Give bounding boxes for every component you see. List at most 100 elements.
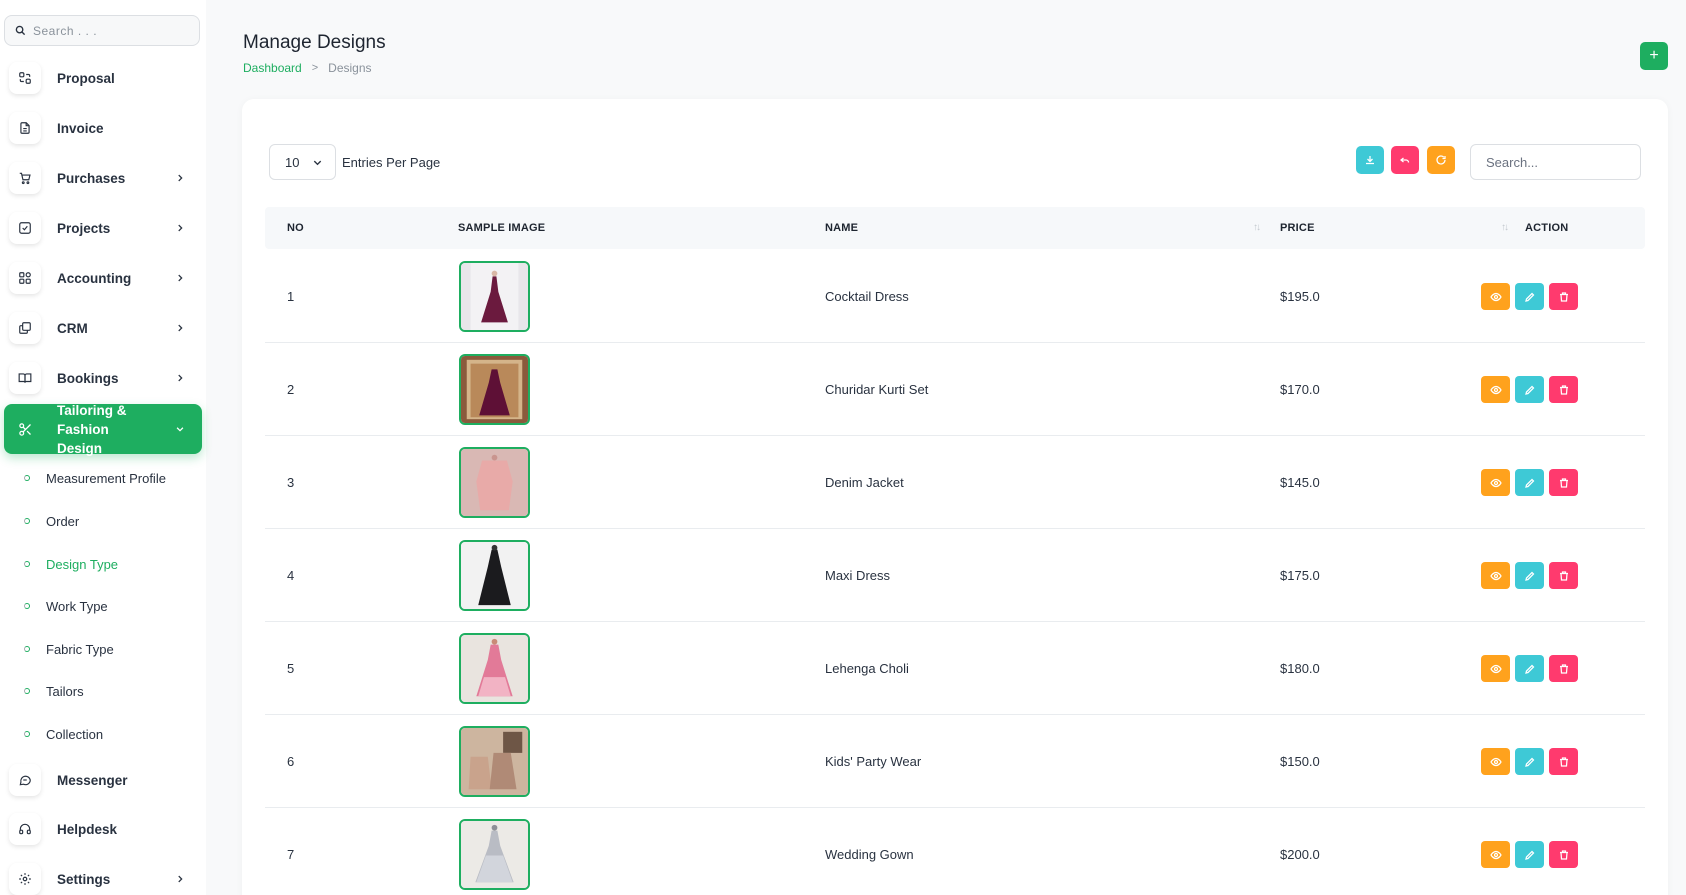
view-button[interactable] (1481, 376, 1510, 403)
lehenga-choli-photo[interactable] (459, 633, 530, 704)
sidebar-item-messenger[interactable]: Messenger (4, 758, 202, 802)
sort-icon[interactable]: ↑↓ (1253, 222, 1261, 233)
entries-label: Entries Per Page (342, 154, 441, 170)
row-number: 1 (287, 288, 295, 304)
sidebar-item-label: Tailoring & Fashion Design (57, 401, 172, 458)
refresh-button[interactable] (1427, 146, 1455, 174)
trash-icon (1559, 291, 1568, 302)
sidebar-item-proposal[interactable]: Proposal (4, 56, 202, 100)
pencil-icon (1524, 757, 1534, 767)
delete-button[interactable] (1549, 469, 1578, 496)
pencil-icon (1524, 850, 1534, 860)
column-header-name[interactable]: NAME (825, 207, 858, 249)
entries-per-page-select[interactable]: 10 (269, 144, 336, 180)
cocktail-dress-photo[interactable] (459, 261, 530, 332)
sub-item-design-type[interactable]: Design Type (24, 549, 118, 579)
chat-icon (9, 764, 41, 796)
design-price: $200.0 (1280, 846, 1320, 862)
delete-button[interactable] (1549, 748, 1578, 775)
invoice-icon (9, 112, 41, 144)
breadcrumb-current: Designs (328, 61, 372, 75)
edit-button[interactable] (1515, 376, 1544, 403)
add-design-button[interactable]: + (1640, 42, 1668, 70)
sidebar-item-label-line1: Tailoring & Fashion (57, 402, 127, 437)
sidebar-item-purchases[interactable]: Purchases (4, 156, 202, 200)
sidebar-item-invoice[interactable]: Invoice (4, 106, 202, 150)
delete-button[interactable] (1549, 562, 1578, 589)
edit-button[interactable] (1515, 562, 1544, 589)
denim-jacket-photo[interactable] (459, 447, 530, 518)
chevron-right-icon (172, 373, 188, 383)
bullet-icon (24, 561, 30, 567)
view-button[interactable] (1481, 562, 1510, 589)
view-button[interactable] (1481, 748, 1510, 775)
sub-item-label: Order (46, 513, 80, 529)
sidebar-item-bookings[interactable]: Bookings (4, 356, 202, 400)
table-row: 7 Wedding Gown $200.0 (265, 808, 1645, 895)
edit-button[interactable] (1515, 841, 1544, 868)
view-button[interactable] (1481, 655, 1510, 682)
trash-icon (1559, 570, 1568, 581)
sidebar-item-projects[interactable]: Projects (4, 206, 202, 250)
row-number: 5 (287, 660, 295, 676)
pencil-icon (1524, 478, 1534, 488)
sub-item-tailors[interactable]: Tailors (24, 676, 84, 706)
cart-icon (9, 162, 41, 194)
table-search-input[interactable] (1470, 144, 1641, 180)
table-row: 4 Maxi Dress $175.0 (265, 529, 1645, 622)
sidebar: Proposal Invoice Purchases Projects Acco… (0, 0, 206, 895)
sidebar-item-label: Projects (57, 220, 111, 236)
sub-item-work-type[interactable]: Work Type (24, 591, 108, 621)
column-header-price[interactable]: PRICE (1280, 207, 1315, 249)
sidebar-search[interactable] (4, 15, 200, 46)
view-button[interactable] (1481, 283, 1510, 310)
refresh-icon (1436, 155, 1446, 165)
sidebar-item-label-line2: Design (57, 440, 103, 456)
view-button[interactable] (1481, 469, 1510, 496)
view-button[interactable] (1481, 841, 1510, 868)
column-header-sample-image: SAMPLE IMAGE (458, 222, 546, 234)
delete-button[interactable] (1549, 376, 1578, 403)
sidebar-item-settings[interactable]: Settings (4, 857, 202, 895)
sub-item-fabric-type[interactable]: Fabric Type (24, 634, 114, 664)
undo-button[interactable] (1391, 146, 1419, 174)
edit-button[interactable] (1515, 469, 1544, 496)
design-price: $175.0 (1280, 567, 1320, 583)
sort-icon[interactable]: ↑↓ (1501, 222, 1509, 233)
design-name: Maxi Dress (825, 567, 891, 583)
sub-item-collection[interactable]: Collection (24, 719, 103, 749)
maxi-dress-photo[interactable] (459, 540, 530, 611)
delete-button[interactable] (1549, 841, 1578, 868)
sidebar-item-accounting[interactable]: Accounting (4, 256, 202, 300)
entries-control: 10 Entries Per Page (269, 144, 440, 180)
delete-button[interactable] (1549, 655, 1578, 682)
search-icon (15, 25, 26, 36)
bullet-icon (24, 646, 30, 652)
sidebar-item-tailoring[interactable]: Tailoring & Fashion Design (4, 403, 202, 456)
sidebar-search-input[interactable] (33, 23, 183, 38)
delete-button[interactable] (1549, 283, 1578, 310)
sidebar-item-label: Messenger (57, 772, 128, 788)
breadcrumb-separator: > (311, 62, 319, 74)
sidebar-item-label: Purchases (57, 170, 126, 186)
edit-button[interactable] (1515, 283, 1544, 310)
sidebar-item-label: Proposal (57, 70, 115, 86)
sub-item-order[interactable]: Order (24, 506, 79, 536)
edit-button[interactable] (1515, 655, 1544, 682)
undo-icon (1399, 157, 1410, 163)
table-row: 2 Churidar Kurti Set $170.0 (265, 343, 1645, 436)
sub-item-measurement-profile[interactable]: Measurement Profile (24, 463, 166, 493)
export-button[interactable] (1356, 146, 1384, 174)
edit-button[interactable] (1515, 748, 1544, 775)
chevron-down-icon (313, 160, 322, 165)
row-number: 2 (287, 381, 295, 397)
churidar-kurti-photo[interactable] (459, 354, 530, 425)
sidebar-item-helpdesk[interactable]: Helpdesk (4, 807, 202, 851)
page-title: Manage Designs (243, 32, 386, 53)
pencil-icon (1524, 385, 1534, 395)
breadcrumb-dashboard-link[interactable]: Dashboard (243, 61, 302, 75)
wedding-gown-photo[interactable] (459, 819, 530, 890)
table-row: 5 Lehenga Choli $180.0 (265, 622, 1645, 715)
kids-party-wear-photo[interactable] (459, 726, 530, 797)
sidebar-item-crm[interactable]: CRM (4, 306, 202, 350)
